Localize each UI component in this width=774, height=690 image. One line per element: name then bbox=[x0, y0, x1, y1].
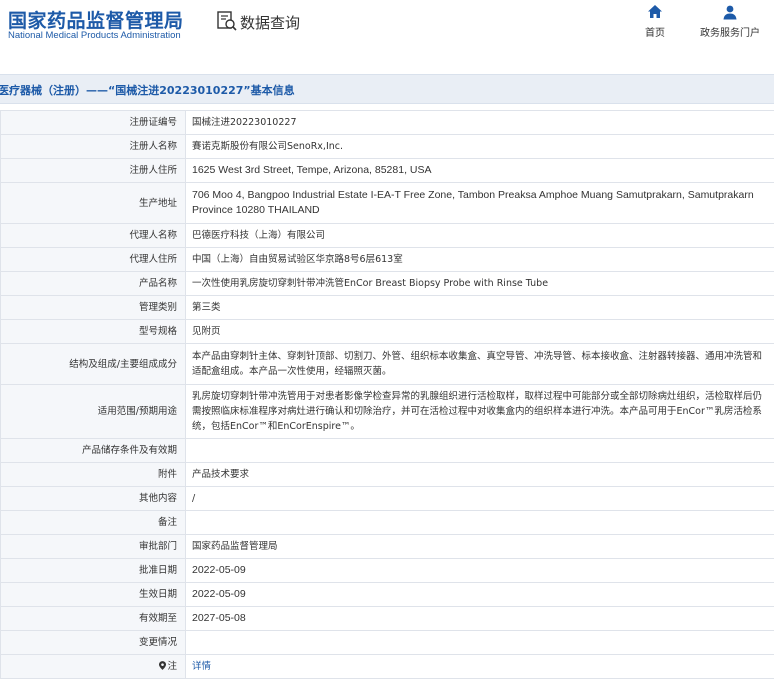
field-value: 见附页 bbox=[185, 319, 774, 344]
table-row: 有效期至 2027-05-08 bbox=[0, 606, 774, 631]
field-label: 注册人名称 bbox=[0, 134, 186, 159]
table-row: 代理人名称 巴德医疗科技（上海）有限公司 bbox=[0, 223, 774, 248]
table-row: 生效日期 2022-05-09 bbox=[0, 582, 774, 607]
field-label: 注册人住所 bbox=[0, 158, 186, 183]
table-row: 产品名称 一次性使用乳房旋切穿刺针带冲洗管EnCor Breast Biopsy… bbox=[0, 271, 774, 296]
table-row: 注 详情 bbox=[0, 654, 774, 679]
table-row: 备注 bbox=[0, 510, 774, 535]
field-label: 附件 bbox=[0, 462, 186, 487]
table-row: 其他内容 / bbox=[0, 486, 774, 511]
table-row: 代理人住所 中国（上海）自由贸易试验区华京路8号6层613室 bbox=[0, 247, 774, 272]
breadcrumb: 医疗器械（注册）——“国械注进20223010227”基本信息 bbox=[0, 74, 774, 104]
field-label: 有效期至 bbox=[0, 606, 186, 631]
table-row: 审批部门 国家药品监督管理局 bbox=[0, 534, 774, 559]
brand-subtitle: National Medical Products Administration bbox=[8, 30, 181, 41]
table-row: 产品储存条件及有效期 bbox=[0, 438, 774, 463]
location-pin-icon bbox=[159, 661, 167, 670]
field-value: 706 Moo 4, Bangpoo Industrial Estate I-E… bbox=[185, 182, 774, 224]
data-query-icon bbox=[217, 11, 237, 31]
data-query-title: 数据查询 bbox=[240, 14, 301, 32]
field-value: 一次性使用乳房旋切穿刺针带冲洗管EnCor Breast Biopsy Prob… bbox=[185, 271, 774, 296]
field-value: 乳房旋切穿刺针带冲洗管用于对患者影像学检查异常的乳腺组织进行活检取样，取样过程中… bbox=[185, 384, 774, 439]
field-value: 本产品由穿刺针主体、穿刺针顶部、切割刀、外管、组织标本收集盒、真空导管、冲洗导管… bbox=[185, 343, 774, 385]
field-label: 结构及组成/主要组成成分 bbox=[0, 343, 186, 385]
field-label: 生产地址 bbox=[0, 182, 186, 224]
nav-service-portal[interactable]: 政务服务门户 bbox=[700, 4, 760, 39]
table-row: 生产地址 706 Moo 4, Bangpoo Industrial Estat… bbox=[0, 182, 774, 224]
note-label: 注 bbox=[167, 661, 177, 672]
table-row: 注册人住所 1625 West 3rd Street, Tempe, Arizo… bbox=[0, 158, 774, 183]
field-value: 2027-05-08 bbox=[185, 606, 774, 631]
field-label: 产品名称 bbox=[0, 271, 186, 296]
table-row: 附件 产品技术要求 bbox=[0, 462, 774, 487]
field-value: 第三类 bbox=[185, 295, 774, 320]
table-row: 注册人名称 賽诺克斯股份有限公司SenoRx,Inc. bbox=[0, 134, 774, 159]
field-value: 国械注进20223010227 bbox=[185, 110, 774, 135]
field-label: 注 bbox=[0, 654, 186, 679]
field-value: 2022-05-09 bbox=[185, 582, 774, 607]
table-row: 批准日期 2022-05-09 bbox=[0, 558, 774, 583]
detail-table: 注册证编号 国械注进20223010227 注册人名称 賽诺克斯股份有限公司Se… bbox=[0, 110, 774, 679]
table-row: 型号规格 见附页 bbox=[0, 319, 774, 344]
field-label: 适用范围/预期用途 bbox=[0, 384, 186, 439]
user-icon bbox=[723, 5, 737, 20]
nav-home[interactable]: 首页 bbox=[645, 4, 665, 39]
field-value: 中国（上海）自由贸易试验区华京路8号6层613室 bbox=[185, 247, 774, 272]
nav-portal-label: 政务服务门户 bbox=[700, 28, 760, 39]
field-label: 代理人住所 bbox=[0, 247, 186, 272]
table-row: 变更情况 bbox=[0, 630, 774, 655]
field-label: 产品储存条件及有效期 bbox=[0, 438, 186, 463]
field-value: / bbox=[185, 486, 774, 511]
field-value bbox=[185, 630, 774, 655]
field-value: 巴德医疗科技（上海）有限公司 bbox=[185, 223, 774, 248]
table-row: 结构及组成/主要组成成分 本产品由穿刺针主体、穿刺针顶部、切割刀、外管、组织标本… bbox=[0, 343, 774, 385]
field-label: 代理人名称 bbox=[0, 223, 186, 248]
brand-title[interactable]: 国家药品监督管理局 bbox=[8, 6, 184, 33]
details-link[interactable]: 详情 bbox=[192, 661, 211, 672]
home-icon bbox=[648, 5, 662, 18]
field-label: 其他内容 bbox=[0, 486, 186, 511]
table-row: 注册证编号 国械注进20223010227 bbox=[0, 110, 774, 135]
field-value: 2022-05-09 bbox=[185, 558, 774, 583]
field-label: 审批部门 bbox=[0, 534, 186, 559]
field-value: 详情 bbox=[185, 654, 774, 679]
field-label: 备注 bbox=[0, 510, 186, 535]
field-label: 管理类别 bbox=[0, 295, 186, 320]
field-label: 批准日期 bbox=[0, 558, 186, 583]
breadcrumb-text: 医疗器械（注册）——“国械注进20223010227”基本信息 bbox=[0, 84, 295, 97]
field-label: 型号规格 bbox=[0, 319, 186, 344]
table-row: 适用范围/预期用途 乳房旋切穿刺针带冲洗管用于对患者影像学检查异常的乳腺组织进行… bbox=[0, 384, 774, 439]
field-label: 生效日期 bbox=[0, 582, 186, 607]
table-row: 管理类别 第三类 bbox=[0, 295, 774, 320]
field-value: 賽诺克斯股份有限公司SenoRx,Inc. bbox=[185, 134, 774, 159]
field-value: 1625 West 3rd Street, Tempe, Arizona, 85… bbox=[185, 158, 774, 183]
nav-home-label: 首页 bbox=[645, 28, 665, 39]
field-value bbox=[185, 510, 774, 535]
site-header: 国家药品监督管理局 National Medical Products Admi… bbox=[0, 0, 774, 62]
field-value: 国家药品监督管理局 bbox=[185, 534, 774, 559]
field-value: 产品技术要求 bbox=[185, 462, 774, 487]
field-label: 变更情况 bbox=[0, 630, 186, 655]
field-label: 注册证编号 bbox=[0, 110, 186, 135]
field-value bbox=[185, 438, 774, 463]
